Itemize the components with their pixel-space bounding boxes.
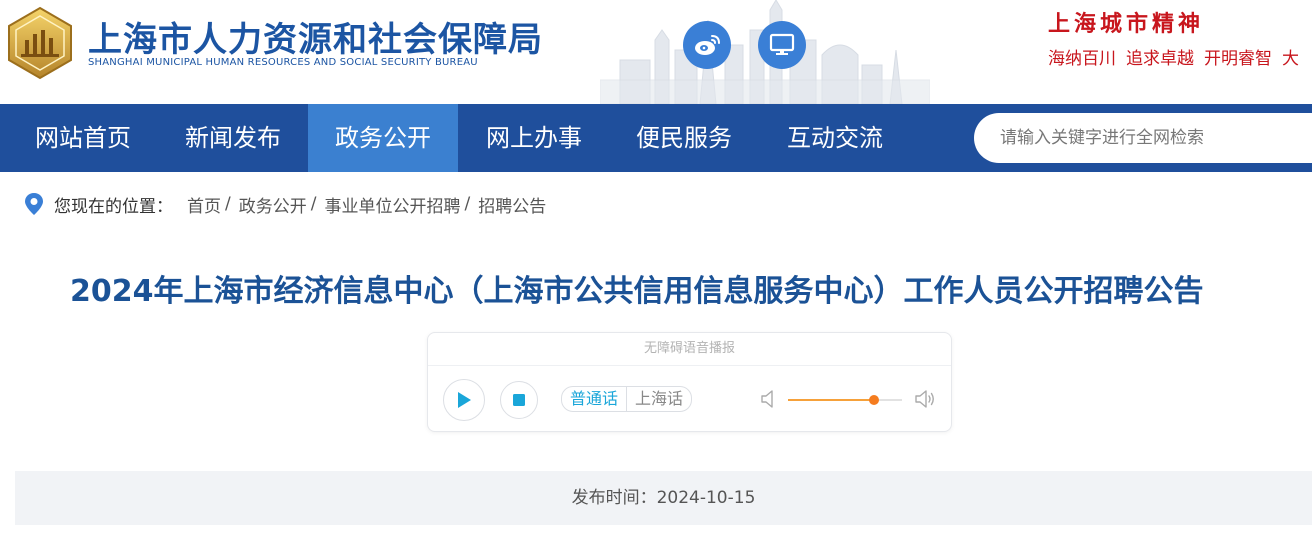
- nav-item-home[interactable]: 网站首页: [8, 104, 158, 172]
- lang-shanghainese[interactable]: 上海话: [626, 387, 691, 411]
- site-search-input[interactable]: [974, 113, 1312, 163]
- volume-low-icon[interactable]: [760, 389, 776, 409]
- breadcrumb-public-recruitment[interactable]: 事业单位公开招聘: [324, 192, 460, 217]
- location-pin-icon: [25, 193, 43, 215]
- language-toggle: 普通话 上海话: [561, 386, 693, 412]
- breadcrumb-prefix: 您现在的位置：: [54, 196, 173, 217]
- play-button[interactable]: [443, 379, 485, 421]
- breadcrumb: 您现在的位置： 首页 / 政务公开 / 事业单位公开招聘 / 招聘公告: [24, 192, 546, 217]
- volume-slider-thumb[interactable]: [868, 395, 879, 405]
- computer-monitor-icon: [769, 33, 795, 55]
- article-title: 2024年上海市经济信息中心（上海市公共信用信息服务中心）工作人员公开招聘公告: [70, 274, 1204, 309]
- play-icon: [458, 392, 471, 408]
- city-spirit-item: 大: [1282, 49, 1299, 69]
- nav-item-gov-affairs[interactable]: 政务公开: [308, 104, 458, 172]
- nav-item-interaction[interactable]: 互动交流: [760, 104, 910, 172]
- publish-date: 2024-10-15: [656, 488, 756, 508]
- weibo-icon: [695, 35, 720, 55]
- audio-player-header: 无障碍语音播报: [428, 333, 951, 366]
- breadcrumb-gov-affairs[interactable]: 政务公开: [239, 192, 307, 217]
- nav-item-public-services[interactable]: 便民服务: [609, 104, 759, 172]
- city-spirit-items: 海纳百川 追求卓越 开明睿智大: [1048, 44, 1309, 69]
- nav-item-online-services[interactable]: 网上办事: [459, 104, 609, 172]
- city-spirit-item: 海纳百川: [1048, 49, 1116, 69]
- lang-mandarin[interactable]: 普通话: [562, 387, 626, 411]
- main-nav: 网站首页 新闻发布 政务公开 网上办事 便民服务 互动交流: [0, 104, 1312, 172]
- audio-player: 无障碍语音播报 普通话 上海话: [427, 332, 952, 432]
- nav-item-news[interactable]: 新闻发布: [158, 104, 308, 172]
- breadcrumb-separator: /: [464, 194, 471, 214]
- city-spirit-item: 开明睿智: [1204, 49, 1272, 69]
- site-header: 上海市人力资源和社会保障局 SHANGHAI MUNICIPAL HUMAN R…: [0, 0, 1312, 104]
- breadcrumb-separator: /: [225, 194, 231, 214]
- pc-version-button[interactable]: [758, 21, 806, 69]
- volume-high-icon[interactable]: [914, 389, 936, 409]
- publish-label: 发布时间：: [571, 488, 657, 508]
- publish-info-bar: 发布时间：2024-10-15: [15, 471, 1312, 525]
- bureau-emblem-icon: [8, 6, 72, 80]
- city-spirit-title: 上海城市精神: [1048, 11, 1205, 37]
- breadcrumb-home[interactable]: 首页: [187, 192, 221, 217]
- site-name-cn: 上海市人力资源和社会保障局: [88, 20, 543, 60]
- stop-icon: [513, 394, 525, 406]
- breadcrumb-separator: /: [310, 194, 317, 214]
- site-name-en: SHANGHAI MUNICIPAL HUMAN RESOURCES AND S…: [88, 57, 478, 68]
- stop-button[interactable]: [500, 381, 538, 419]
- volume-slider[interactable]: [788, 395, 902, 405]
- weibo-button[interactable]: [683, 21, 731, 69]
- volume-slider-fill: [788, 399, 874, 401]
- city-spirit-item: 追求卓越: [1126, 49, 1194, 69]
- breadcrumb-recruitment-notice[interactable]: 招聘公告: [478, 192, 546, 217]
